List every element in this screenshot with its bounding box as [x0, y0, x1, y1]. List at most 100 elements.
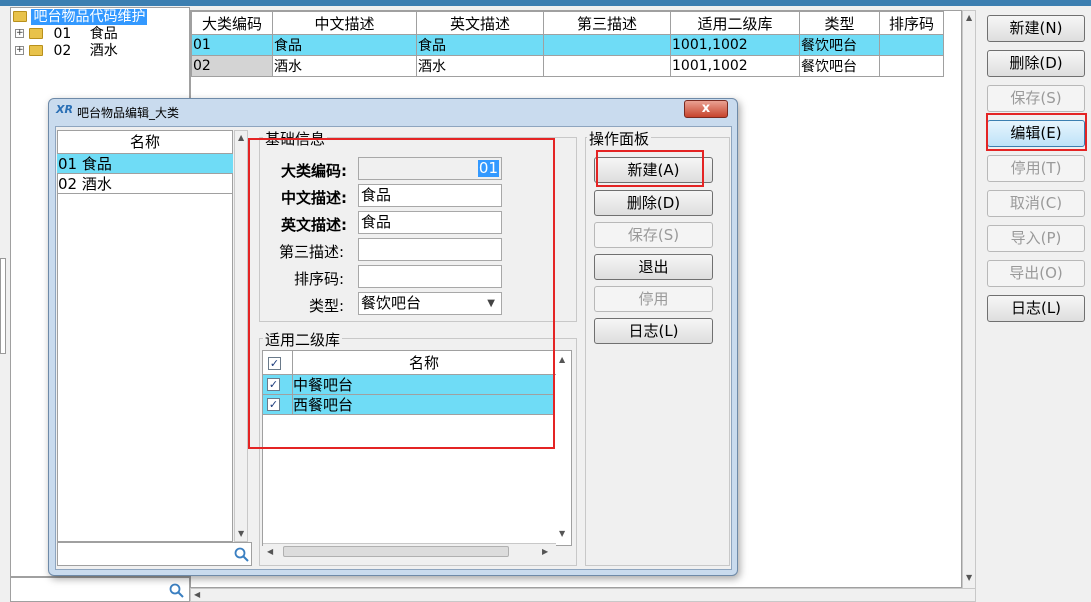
cell-cn[interactable]: 食品 [272, 34, 417, 56]
scroll-down-icon[interactable]: ▼ [966, 573, 972, 582]
type-label: 类型: [308, 297, 344, 315]
dialog-save-button[interactable]: 保存(S) [594, 222, 713, 248]
table-row[interactable]: 02 酒水 酒水 1001,1002 餐饮吧台 [191, 55, 944, 77]
scroll-thumb[interactable] [283, 546, 509, 557]
dialog-log-button[interactable]: 日志(L) [594, 318, 713, 344]
cell-en[interactable]: 酒水 [416, 55, 544, 77]
scroll-down-icon-wrap: ▼ [556, 527, 570, 541]
col-header[interactable]: 排序码 [879, 11, 944, 35]
libs-header-row: 名称 [263, 351, 556, 375]
scroll-up-icon[interactable]: ▲ [559, 355, 565, 364]
disable-button[interactable]: 停用(T) [987, 155, 1085, 182]
type-select[interactable]: 餐饮吧台 ▼ [358, 292, 502, 315]
tree-item-01[interactable]: 01 食品 [29, 25, 118, 43]
select-all-checkbox[interactable]: ✓ [268, 357, 281, 370]
chevron-down-icon[interactable]: ▼ [487, 293, 495, 314]
tree-root[interactable]: 吧台物品代码维护 [13, 8, 148, 26]
close-button[interactable]: x [684, 100, 728, 118]
tree-item-name: 食品 [89, 26, 118, 42]
en-label: 英文描述: [281, 216, 347, 234]
folder-icon [29, 44, 43, 56]
delete-button[interactable]: 删除(D) [987, 50, 1085, 77]
cell-third[interactable] [543, 34, 671, 56]
search-icon[interactable] [169, 583, 184, 598]
tree-root-label: 吧台物品代码维护 [31, 9, 148, 25]
log-button[interactable]: 日志(L) [987, 295, 1085, 322]
import-button[interactable]: 导入(P) [987, 225, 1085, 252]
code-value: 01 [477, 159, 499, 177]
cell-sort[interactable] [879, 55, 944, 77]
lib-name: 中餐吧台 [293, 376, 354, 394]
scroll-left-icon[interactable]: ◀ [194, 590, 200, 599]
cn-label: 中文描述: [281, 189, 347, 207]
cell-third[interactable] [543, 55, 671, 77]
col-header[interactable]: 第三描述 [543, 11, 671, 35]
type-value: 餐饮吧台 [361, 294, 422, 312]
cell-sort[interactable] [879, 34, 944, 56]
dialog-new-button[interactable]: 新建(A) [594, 157, 713, 183]
list-item[interactable]: 01 食品 [57, 154, 233, 174]
folder-icon [29, 27, 43, 39]
cell-libs[interactable]: 1001,1002 [670, 34, 800, 56]
col-header[interactable]: 大类编码 [191, 11, 273, 35]
grid-header-row: 大类编码 中文描述 英文描述 第三描述 适用二级库 类型 排序码 [191, 11, 944, 35]
search-icon[interactable] [234, 547, 249, 562]
list-vertical-scrollbar[interactable]: ▲ ▼ [234, 130, 248, 542]
third-field[interactable] [358, 238, 502, 261]
libs-col-header[interactable]: 名称 [293, 351, 555, 375]
folder-icon [13, 10, 27, 22]
col-header[interactable]: 中文描述 [272, 11, 417, 35]
grid-vertical-scrollbar[interactable]: ▲ ▼ [962, 10, 976, 590]
scroll-down-icon[interactable]: ▼ [238, 529, 244, 538]
cancel-button[interactable]: 取消(C) [987, 190, 1085, 217]
col-header[interactable]: 英文描述 [416, 11, 544, 35]
expand-icon[interactable]: + [15, 29, 24, 38]
edit-button[interactable]: 编辑(E) [987, 120, 1085, 147]
lib-name: 西餐吧台 [293, 396, 354, 414]
scroll-up-icon[interactable]: ▲ [966, 13, 972, 22]
tree-item-02[interactable]: 02 酒水 [29, 42, 118, 60]
cell-libs[interactable]: 1001,1002 [670, 55, 800, 77]
libs-title: 适用二级库 [263, 329, 343, 350]
cell-type[interactable]: 餐饮吧台 [799, 55, 880, 77]
ops-title: 操作面板 [587, 128, 652, 149]
libs-horizontal-scrollbar[interactable]: ◀ ▶ [263, 543, 556, 559]
col-header[interactable]: 适用二级库 [670, 11, 800, 35]
dialog-exit-button[interactable]: 退出 [594, 254, 713, 280]
dialog-search-box[interactable] [57, 542, 252, 566]
cell-code[interactable]: 02 [191, 55, 273, 77]
expand-icon[interactable]: + [15, 46, 24, 55]
basic-info-title: 基础信息 [263, 128, 328, 149]
save-button[interactable]: 保存(S) [987, 85, 1085, 112]
cell-en[interactable]: 食品 [416, 34, 544, 56]
cell-type[interactable]: 餐饮吧台 [799, 34, 880, 56]
sort-field[interactable] [358, 265, 502, 288]
table-row[interactable]: ✓ 西餐吧台 [263, 395, 554, 415]
scroll-up-icon[interactable]: ▲ [238, 133, 244, 142]
scroll-down-icon[interactable]: ▼ [559, 529, 565, 538]
list-item[interactable]: 02 酒水 [57, 174, 233, 194]
left-splitter[interactable] [0, 258, 6, 354]
new-button[interactable]: 新建(N) [987, 15, 1085, 42]
list-header[interactable]: 名称 [57, 130, 233, 154]
code-field[interactable]: 01 [358, 157, 502, 180]
cn-field[interactable]: 食品 [358, 184, 502, 207]
cell-cn[interactable]: 酒水 [272, 55, 417, 77]
tree-search-box[interactable] [10, 577, 190, 602]
en-field[interactable]: 食品 [358, 211, 502, 234]
cell-code[interactable]: 01 [191, 34, 273, 56]
tree-item-code: 02 [53, 43, 72, 59]
scroll-right-icon[interactable]: ▶ [542, 547, 548, 556]
export-button[interactable]: 导出(O) [987, 260, 1085, 287]
dialog-title: 吧台物品编辑_大类 [77, 106, 180, 120]
dialog-delete-button[interactable]: 删除(D) [594, 190, 713, 216]
table-row[interactable]: ✓ 中餐吧台 [263, 375, 554, 395]
dialog-disable-button[interactable]: 停用 [594, 286, 713, 312]
row-checkbox[interactable]: ✓ [267, 378, 280, 391]
scroll-left-icon[interactable]: ◀ [267, 547, 273, 556]
table-row[interactable]: 01 食品 食品 1001,1002 餐饮吧台 [191, 34, 944, 56]
tree-item-code: 01 [53, 26, 72, 42]
row-checkbox[interactable]: ✓ [267, 398, 280, 411]
col-header[interactable]: 类型 [799, 11, 880, 35]
grid-horizontal-scrollbar[interactable]: ◀ [190, 588, 976, 602]
